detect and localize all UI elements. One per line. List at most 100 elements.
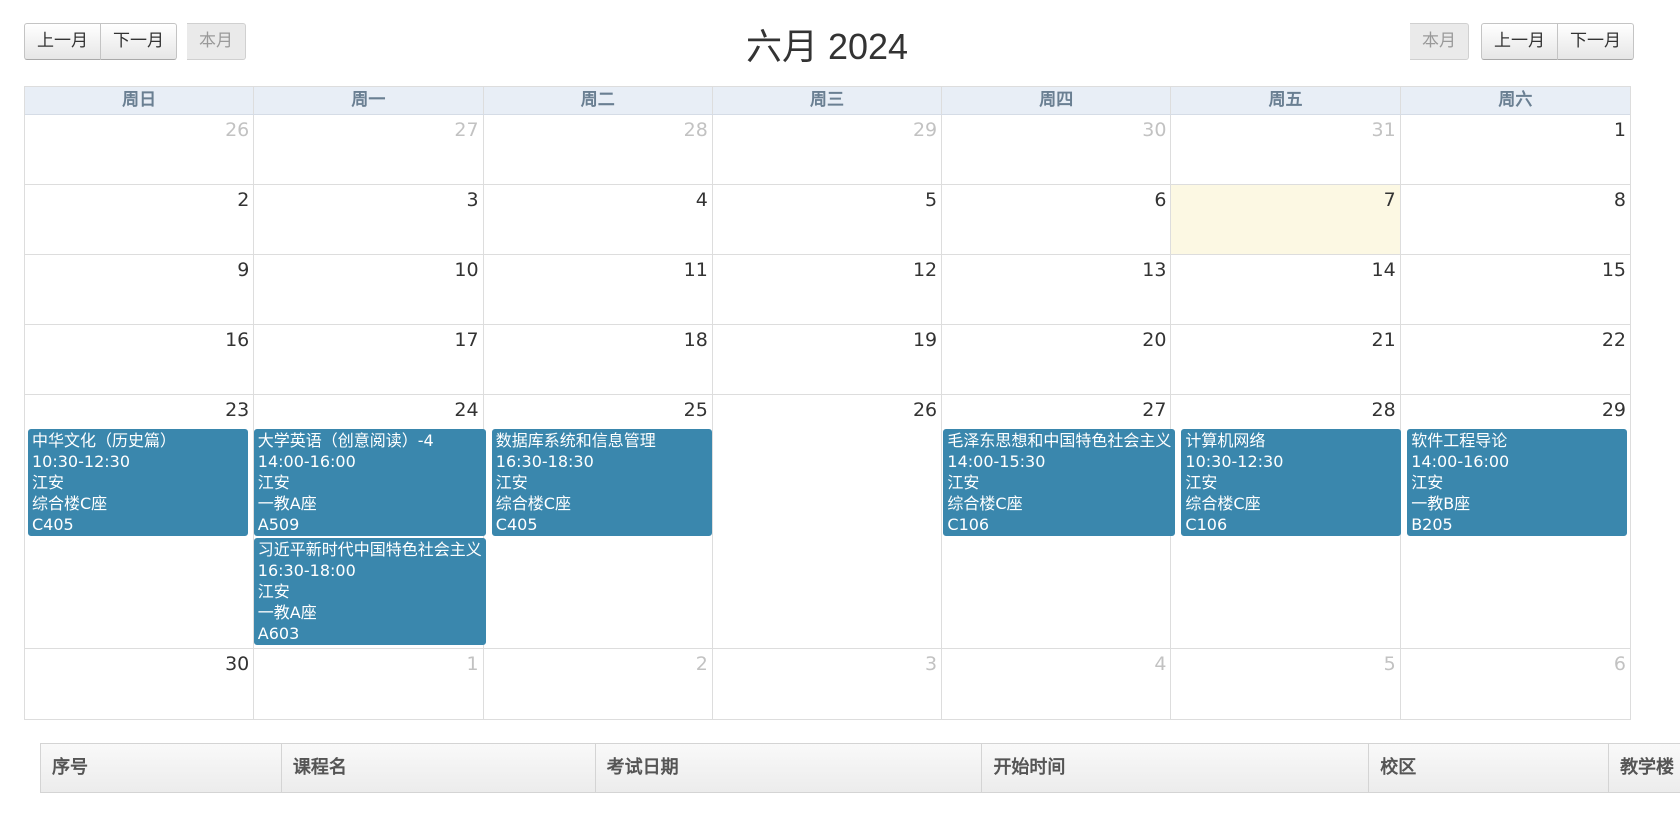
week-events: 中华文化（历史篇） 10:30-12:30 江安 综合楼C座 C405 大学英语… — [25, 429, 1630, 645]
col-header-index[interactable]: 序号 — [41, 744, 282, 792]
day-cell[interactable]: 14 — [1171, 255, 1401, 324]
day-cell[interactable]: 9 — [25, 255, 255, 324]
event-campus: 江安 — [495, 473, 528, 492]
day-cell[interactable]: 5 — [713, 185, 943, 254]
exam-event[interactable]: 计算机网络 10:30-12:30 江安 综合楼C座 C106 — [1181, 429, 1402, 536]
event-campus: 江安 — [257, 582, 290, 601]
day-cell[interactable]: 22 — [1401, 325, 1630, 394]
day-cell[interactable]: 1 — [1401, 115, 1630, 184]
day-number: 6 — [1154, 189, 1167, 211]
day-cell[interactable]: 1 — [254, 649, 484, 719]
day-number: 27 — [1142, 399, 1167, 421]
day-cell[interactable]: 6 — [1401, 649, 1630, 719]
day-cell[interactable]: 2 — [25, 185, 255, 254]
day-cell[interactable]: 29 — [713, 115, 943, 184]
day-number: 2 — [695, 653, 708, 675]
col-header-building[interactable]: 教学楼 — [1609, 744, 1680, 792]
event-time: 14:00-15:30 — [947, 452, 1046, 471]
day-number: 22 — [1601, 329, 1626, 351]
event-room: C405 — [495, 515, 538, 534]
event-time: 14:00-16:00 — [257, 452, 356, 471]
day-number: 4 — [695, 189, 708, 211]
day-cell[interactable]: 30 — [942, 115, 1172, 184]
event-building: 一教A座 — [257, 494, 317, 513]
day-number: 11 — [683, 259, 708, 281]
event-room: C106 — [1185, 515, 1228, 534]
day-cell[interactable]: 28 — [484, 115, 713, 184]
event-room: A509 — [257, 515, 300, 534]
exam-event[interactable]: 习近平新时代中国特色社会主义 16:30-18:00 江安 一教A座 A603 — [253, 538, 486, 645]
exam-event[interactable]: 毛泽东思想和中国特色社会主义 14:00-15:30 江安 综合楼C座 C106 — [943, 429, 1176, 536]
day-cell[interactable]: 16 — [25, 325, 255, 394]
day-cell[interactable]: 3 — [713, 649, 943, 719]
day-number: 9 — [237, 259, 250, 281]
day-cell[interactable]: 27 — [254, 115, 484, 184]
event-building: 综合楼C座 — [1185, 494, 1261, 513]
next-month-button-right[interactable]: 下一月 — [1558, 23, 1634, 60]
day-cell[interactable]: 11 — [484, 255, 713, 324]
day-cell[interactable]: 19 — [713, 325, 943, 394]
col-header-exam-date[interactable]: 考试日期 — [596, 744, 983, 792]
exam-table: 序号 课程名 考试日期 开始时间 校区 教学楼 — [40, 743, 1680, 793]
event-title: 大学英语（创意阅读）-4 — [257, 431, 434, 450]
weekday-thu: 周四 — [942, 87, 1172, 114]
day-number: 5 — [925, 189, 938, 211]
day-number: 28 — [1371, 399, 1396, 421]
day-cell-today[interactable]: 7 — [1171, 185, 1401, 254]
day-cell[interactable]: 18 — [484, 325, 713, 394]
day-cell[interactable]: 8 — [1401, 185, 1630, 254]
day-cell[interactable]: 4 — [484, 185, 713, 254]
event-time: 14:00-16:00 — [1411, 452, 1510, 471]
day-number: 30 — [225, 653, 250, 675]
calendar-week: 9 10 11 12 13 14 15 — [25, 255, 1630, 325]
event-time: 16:30-18:00 — [257, 561, 356, 580]
event-campus: 江安 — [32, 473, 65, 492]
day-number: 1 — [466, 653, 479, 675]
day-cell[interactable]: 31 — [1171, 115, 1401, 184]
event-building: 综合楼C座 — [947, 494, 1023, 513]
event-campus: 江安 — [947, 473, 980, 492]
day-cell[interactable]: 5 — [1171, 649, 1401, 719]
day-number: 17 — [454, 329, 479, 351]
right-today-group: 本月 — [1410, 23, 1469, 60]
day-cell[interactable]: 4 — [942, 649, 1172, 719]
day-cell[interactable]: 20 — [942, 325, 1172, 394]
calendar-week: 2 3 4 5 6 7 8 — [25, 185, 1630, 255]
day-cell[interactable]: 2 — [484, 649, 713, 719]
col-header-campus[interactable]: 校区 — [1369, 744, 1610, 792]
day-cell[interactable]: 12 — [713, 255, 943, 324]
day-cell[interactable]: 17 — [254, 325, 484, 394]
day-number: 29 — [1601, 399, 1626, 421]
day-number: 13 — [1142, 259, 1167, 281]
day-number: 30 — [1142, 119, 1167, 141]
day-cell[interactable]: 15 — [1401, 255, 1630, 324]
month-calendar: 周日 周一 周二 周三 周四 周五 周六 26 27 28 29 30 31 1… — [24, 86, 1631, 720]
event-building: 综合楼C座 — [495, 494, 571, 513]
col-header-course[interactable]: 课程名 — [282, 744, 596, 792]
prev-month-button-right[interactable]: 上一月 — [1481, 23, 1558, 60]
exam-event[interactable]: 数据库系统和信息管理 16:30-18:30 江安 综合楼C座 C405 — [491, 429, 712, 536]
day-number: 10 — [454, 259, 479, 281]
day-cell[interactable]: 13 — [942, 255, 1172, 324]
weekday-header: 周日 周一 周二 周三 周四 周五 周六 — [25, 87, 1630, 115]
exam-event[interactable]: 软件工程导论 14:00-16:00 江安 一教B座 B205 — [1407, 429, 1627, 536]
day-cell[interactable]: 26 — [25, 115, 255, 184]
day-cell[interactable]: 21 — [1171, 325, 1401, 394]
right-nav-group: 上一月 下一月 — [1481, 23, 1634, 60]
event-title: 中华文化（历史篇） — [32, 431, 177, 450]
col-header-start-time[interactable]: 开始时间 — [982, 744, 1370, 792]
exam-event[interactable]: 大学英语（创意阅读）-4 14:00-16:00 江安 一教A座 A509 — [253, 429, 486, 536]
day-cell[interactable]: 10 — [254, 255, 484, 324]
this-month-button-right[interactable]: 本月 — [1410, 23, 1469, 60]
day-cell[interactable]: 6 — [942, 185, 1172, 254]
event-building: 综合楼C座 — [32, 494, 108, 513]
day-cell[interactable]: 30 — [25, 649, 255, 719]
day-number: 25 — [683, 399, 708, 421]
weekday-sat: 周六 — [1498, 90, 1533, 110]
exam-event[interactable]: 中华文化（历史篇） 10:30-12:30 江安 综合楼C座 C405 — [28, 429, 248, 536]
day-number: 5 — [1383, 653, 1396, 675]
day-number: 2 — [237, 189, 250, 211]
day-cell[interactable]: 3 — [254, 185, 484, 254]
day-number: 29 — [912, 119, 938, 141]
day-number: 24 — [454, 399, 479, 421]
